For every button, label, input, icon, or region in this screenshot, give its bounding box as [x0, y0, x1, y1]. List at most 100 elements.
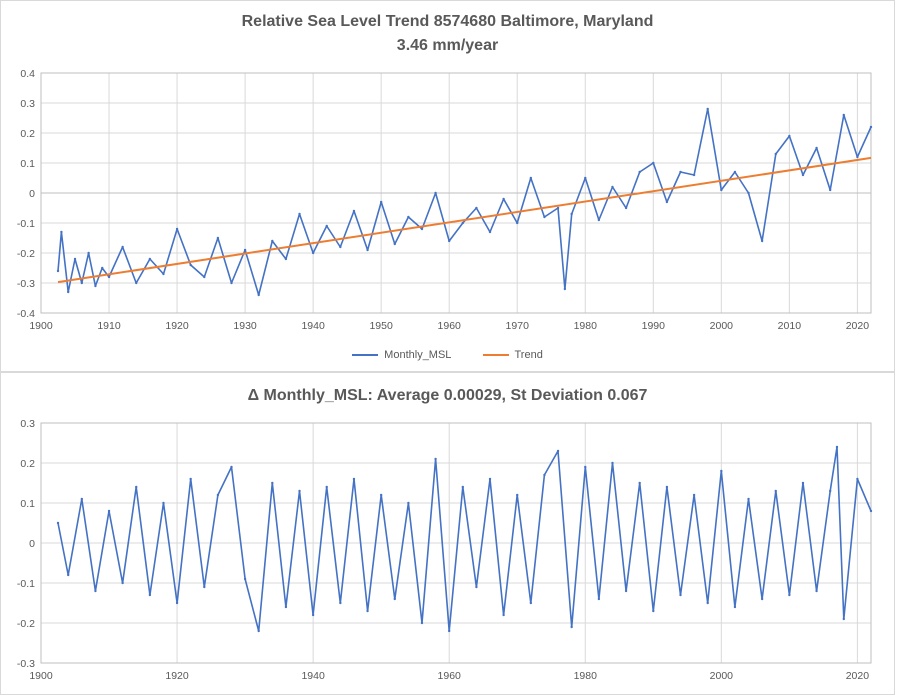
data-point	[488, 477, 492, 481]
data-point	[379, 493, 383, 497]
bottom-chart-plot: 1900 1920 1940 1960 1980 2000 2020 0.3 0.2 0.1 0 -0…	[17, 418, 873, 682]
data-point	[706, 107, 709, 111]
data-point	[856, 477, 859, 481]
delta-msl-line	[57, 446, 872, 632]
data-point	[243, 248, 247, 252]
data-point	[366, 248, 369, 252]
y-tick-label: 0.1	[20, 158, 35, 170]
legend-label-msl: Monthly_MSL	[384, 349, 452, 361]
x-tick-label: 1940	[301, 320, 325, 332]
data-point	[56, 269, 60, 273]
data-point	[271, 481, 274, 485]
y-tick-label: 0	[29, 538, 35, 550]
data-point	[101, 266, 104, 270]
data-point	[842, 113, 845, 117]
data-point	[67, 290, 70, 294]
data-point	[760, 597, 764, 601]
data-point	[325, 224, 328, 228]
data-point	[162, 272, 165, 276]
monthly-msl-line	[57, 108, 872, 296]
x-tick-label: 1960	[438, 670, 462, 682]
data-point	[597, 218, 601, 222]
data-point	[529, 601, 533, 605]
legend-item-trend: Trend	[482, 349, 543, 361]
data-point	[720, 469, 723, 473]
data-point	[148, 593, 152, 597]
x-tick-label: 1920	[165, 320, 189, 332]
data-point	[828, 188, 832, 192]
data-point	[815, 589, 818, 593]
data-point	[189, 477, 192, 481]
data-point	[393, 597, 396, 601]
data-point	[203, 275, 206, 279]
data-point	[216, 493, 220, 497]
data-point	[162, 501, 165, 505]
data-point	[189, 263, 192, 267]
data-point	[801, 481, 805, 485]
top-chart-panel: Relative Sea Level Trend 8574680 Baltimo…	[0, 0, 895, 372]
x-tick-label: 1950	[369, 320, 393, 332]
data-point	[679, 593, 682, 597]
data-point	[80, 497, 84, 501]
x-tick-label: 2020	[846, 670, 870, 682]
data-point	[121, 245, 124, 249]
data-point	[835, 445, 839, 449]
data-point	[352, 477, 356, 481]
data-point	[298, 212, 301, 216]
data-point	[434, 457, 437, 461]
data-point	[94, 589, 97, 593]
x-tick-label: 1940	[301, 670, 325, 682]
data-point	[488, 230, 492, 234]
data-point	[665, 485, 669, 489]
data-point	[801, 173, 805, 177]
trend-line	[57, 156, 872, 284]
data-point	[638, 170, 641, 174]
data-point	[652, 609, 655, 613]
data-point	[584, 465, 587, 469]
x-tick-label: 1980	[574, 320, 598, 332]
data-point	[284, 257, 288, 261]
data-point	[611, 185, 614, 189]
data-point	[570, 625, 573, 629]
data-point	[475, 585, 478, 589]
data-point	[556, 449, 560, 453]
data-point	[447, 629, 451, 633]
data-point	[243, 577, 247, 581]
data-point	[869, 125, 873, 129]
y-tick-label: -0.3	[17, 278, 35, 290]
x-tick-label: 1900	[29, 320, 53, 332]
data-point	[339, 245, 342, 249]
data-point	[543, 473, 546, 477]
data-point	[461, 221, 465, 225]
data-point	[60, 230, 63, 234]
top-chart-plot: 1900 1910 1920 1930 1940 1950 1960 1970 1980 1990…	[17, 68, 873, 332]
data-point	[788, 134, 791, 138]
data-point	[107, 275, 111, 279]
x-tick-label: 1930	[233, 320, 257, 332]
data-point	[434, 191, 437, 195]
data-point	[311, 613, 315, 617]
y-tick-label: -0.4	[17, 308, 35, 320]
data-point	[407, 501, 410, 505]
data-point	[774, 489, 777, 493]
data-point	[339, 601, 342, 605]
x-tick-label: 1970	[506, 320, 530, 332]
data-point	[856, 155, 859, 159]
data-point	[379, 200, 383, 204]
data-point	[720, 188, 723, 192]
data-point	[257, 629, 260, 633]
data-point	[624, 589, 628, 593]
x-tick-label: 2020	[846, 320, 870, 332]
y-tick-label: 0.4	[20, 68, 35, 80]
data-point	[420, 621, 424, 625]
data-point	[94, 284, 97, 288]
data-point	[67, 573, 70, 577]
data-point	[692, 493, 696, 497]
data-point	[461, 485, 465, 489]
y-tick-label: -0.1	[17, 218, 35, 230]
data-point	[679, 170, 682, 174]
data-point	[271, 239, 274, 243]
y-tick-label: 0.2	[20, 128, 35, 140]
data-point	[638, 481, 641, 485]
data-point	[611, 461, 614, 465]
